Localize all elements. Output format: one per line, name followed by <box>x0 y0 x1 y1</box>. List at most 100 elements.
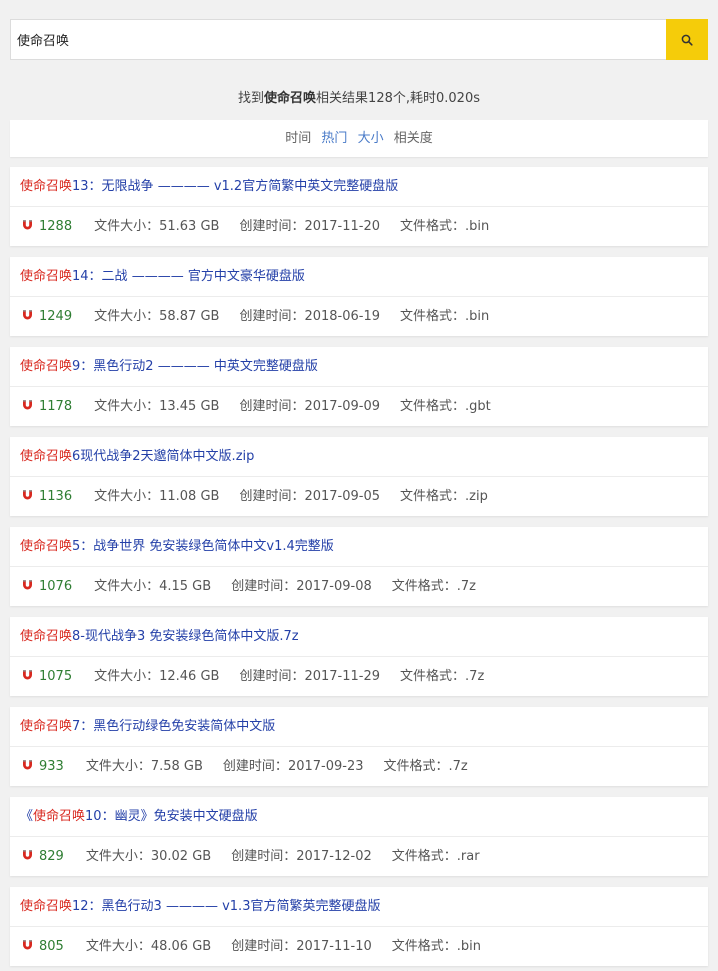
result-card: 《使命召唤10：幽灵》免安装中文硬盘版 829 文件大小：30.02 GB 创建时间… <box>10 797 708 876</box>
magnet-icon[interactable] <box>22 849 33 861</box>
size-label: 文件大小： <box>85 939 151 954</box>
size-label: 文件大小： <box>94 489 160 504</box>
result-title-link[interactable]: 使命召唤9：黑色行动2 ———— 中英文完整硬盘版 <box>10 347 708 387</box>
result-meta: 1136 文件大小：11.08 GB 创建时间：2017-09-05 文件格式：.zi… <box>10 477 708 516</box>
title-keyword: 使命召唤 <box>20 449 73 464</box>
result-title-link[interactable]: 使命召唤14：二战 ———— 官方中文豪华硬盘版 <box>10 257 708 297</box>
title-text: 8-现代战争3 免安装绿色简体中文版.7z <box>72 629 299 644</box>
result-meta: 805 文件大小：48.06 GB 创建时间：2017-11-10 文件格式：.bin <box>10 927 708 966</box>
size-label: 文件大小： <box>85 759 151 774</box>
magnet-icon[interactable] <box>22 309 33 321</box>
heat-count: 829 <box>39 849 64 864</box>
magnet-icon[interactable] <box>22 219 33 231</box>
result-card: 使命召唤6现代战争2天邈简体中文版.zip 1136 文件大小：11.08 GB 创… <box>10 437 708 516</box>
result-meta: 933 文件大小：7.58 GB 创建时间：2017-09-23 文件格式：.7z <box>10 747 708 786</box>
file-format: 文件格式：.7z <box>392 579 476 594</box>
file-size: 文件大小：30.02 GB <box>86 849 211 864</box>
result-summary: 找到使命召唤相关结果128个,耗时0.020s <box>0 87 718 106</box>
format-value: .7z <box>448 759 468 774</box>
created-label: 创建时间： <box>222 759 288 774</box>
result-title-link[interactable]: 使命召唤13：无限战争 ———— v1.2官方简繁中英文完整硬盘版 <box>10 167 708 207</box>
title-keyword: 使命召唤 <box>33 809 86 824</box>
magnet-icon[interactable] <box>22 489 33 501</box>
created-time: 创建时间：2017-11-10 <box>231 939 372 954</box>
created-time: 创建时间：2017-12-02 <box>231 849 372 864</box>
title-keyword: 使命召唤 <box>20 899 73 914</box>
result-title-link[interactable]: 《使命召唤10：幽灵》免安装中文硬盘版 <box>10 797 708 837</box>
format-value: .zip <box>465 489 488 504</box>
title-keyword: 使命召唤 <box>20 539 73 554</box>
created-time: 创建时间：2017-09-08 <box>231 579 372 594</box>
result-title-link[interactable]: 使命召唤5：战争世界 免安装绿色简体中文v1.4完整版 <box>10 527 708 567</box>
magnet-icon[interactable] <box>22 399 33 411</box>
search-icon <box>681 34 693 46</box>
file-format: 文件格式：.bin <box>400 309 489 324</box>
result-title-link[interactable]: 使命召唤12：黑色行动3 ———— v1.3官方简繁英完整硬盘版 <box>10 887 708 927</box>
size-value: 48.06 GB <box>150 939 212 954</box>
file-size: 文件大小：7.58 GB <box>86 759 203 774</box>
file-size: 文件大小：58.87 GB <box>94 309 219 324</box>
created-label: 创建时间： <box>239 399 305 414</box>
file-format: 文件格式：.rar <box>392 849 480 864</box>
file-format: 文件格式：.7z <box>384 759 468 774</box>
magnet-icon[interactable] <box>22 759 33 771</box>
heat-count: 1249 <box>39 309 73 324</box>
title-text: 5：战争世界 免安装绿色简体中文v1.4完整版 <box>72 539 334 554</box>
created-label: 创建时间： <box>239 489 305 504</box>
size-value: 4.15 GB <box>159 579 212 594</box>
file-size: 文件大小：13.45 GB <box>94 399 219 414</box>
search-button[interactable] <box>666 19 708 60</box>
size-value: 7.58 GB <box>150 759 203 774</box>
file-size: 文件大小：12.46 GB <box>94 669 219 684</box>
created-value: 2017-09-09 <box>304 399 381 414</box>
magnet-icon[interactable] <box>22 939 33 951</box>
format-value: .bin <box>465 309 490 324</box>
result-card: 使命召唤9：黑色行动2 ———— 中英文完整硬盘版 1178 文件大小：13.45… <box>10 347 708 426</box>
created-label: 创建时间： <box>231 579 297 594</box>
result-card: 使命召唤14：二战 ———— 官方中文豪华硬盘版 1249 文件大小：58.87 … <box>10 257 708 336</box>
created-value: 2017-11-29 <box>304 669 381 684</box>
size-value: 11.08 GB <box>159 489 220 504</box>
sort-bar: 时间 热门 大小 相关度 <box>10 120 708 157</box>
sort-option-popular[interactable]: 热门 <box>321 131 347 146</box>
heat-count: 1136 <box>39 489 73 504</box>
result-title-link[interactable]: 使命召唤7：黑色行动绿色免安装简体中文版 <box>10 707 708 747</box>
format-value: .7z <box>456 579 477 594</box>
file-format: 文件格式：.bin <box>400 219 489 234</box>
size-value: 51.63 GB <box>159 219 220 234</box>
summary-prefix: 找到 <box>238 91 265 106</box>
created-value: 2017-09-23 <box>287 759 364 774</box>
file-size: 文件大小：4.15 GB <box>94 579 211 594</box>
size-label: 文件大小： <box>94 219 160 234</box>
search-input[interactable] <box>11 20 667 59</box>
title-keyword: 使命召唤 <box>20 359 73 374</box>
file-format: 文件格式：.zip <box>400 489 488 504</box>
file-format: 文件格式：.gbt <box>400 399 491 414</box>
file-format: 文件格式：.bin <box>392 939 481 954</box>
created-time: 创建时间：2017-11-20 <box>239 219 380 234</box>
size-label: 文件大小： <box>94 399 160 414</box>
sort-option-size[interactable]: 大小 <box>358 131 384 146</box>
title-prefix: 《 <box>20 809 34 824</box>
file-format: 文件格式：.7z <box>400 669 484 684</box>
created-value: 2017-11-10 <box>296 939 372 954</box>
magnet-icon[interactable] <box>22 579 33 591</box>
created-label: 创建时间： <box>239 669 305 684</box>
heat-count: 1076 <box>39 579 73 594</box>
result-title-link[interactable]: 使命召唤6现代战争2天邈简体中文版.zip <box>10 437 708 477</box>
size-label: 文件大小： <box>85 849 151 864</box>
sort-option-time[interactable]: 时间 <box>285 131 311 146</box>
result-title-link[interactable]: 使命召唤8-现代战争3 免安装绿色简体中文版.7z <box>10 617 708 657</box>
created-value: 2017-09-08 <box>296 579 372 594</box>
result-card: 使命召唤13：无限战争 ———— v1.2官方简繁中英文完整硬盘版 1288 文件… <box>10 167 708 246</box>
size-value: 12.46 GB <box>159 669 220 684</box>
format-label: 文件格式： <box>400 399 466 414</box>
size-label: 文件大小： <box>94 669 160 684</box>
result-card: 使命召唤7：黑色行动绿色免安装简体中文版 933 文件大小：7.58 GB 创建时间… <box>10 707 708 786</box>
result-meta: 1249 文件大小：58.87 GB 创建时间：2018-06-19 文件格式：.bi… <box>10 297 708 336</box>
result-card: 使命召唤12：黑色行动3 ———— v1.3官方简繁英完整硬盘版 805 文件大小… <box>10 887 708 966</box>
magnet-icon[interactable] <box>22 669 33 681</box>
heat-count: 1288 <box>39 219 73 234</box>
format-label: 文件格式： <box>391 849 457 864</box>
sort-option-relevance[interactable]: 相关度 <box>394 131 433 146</box>
